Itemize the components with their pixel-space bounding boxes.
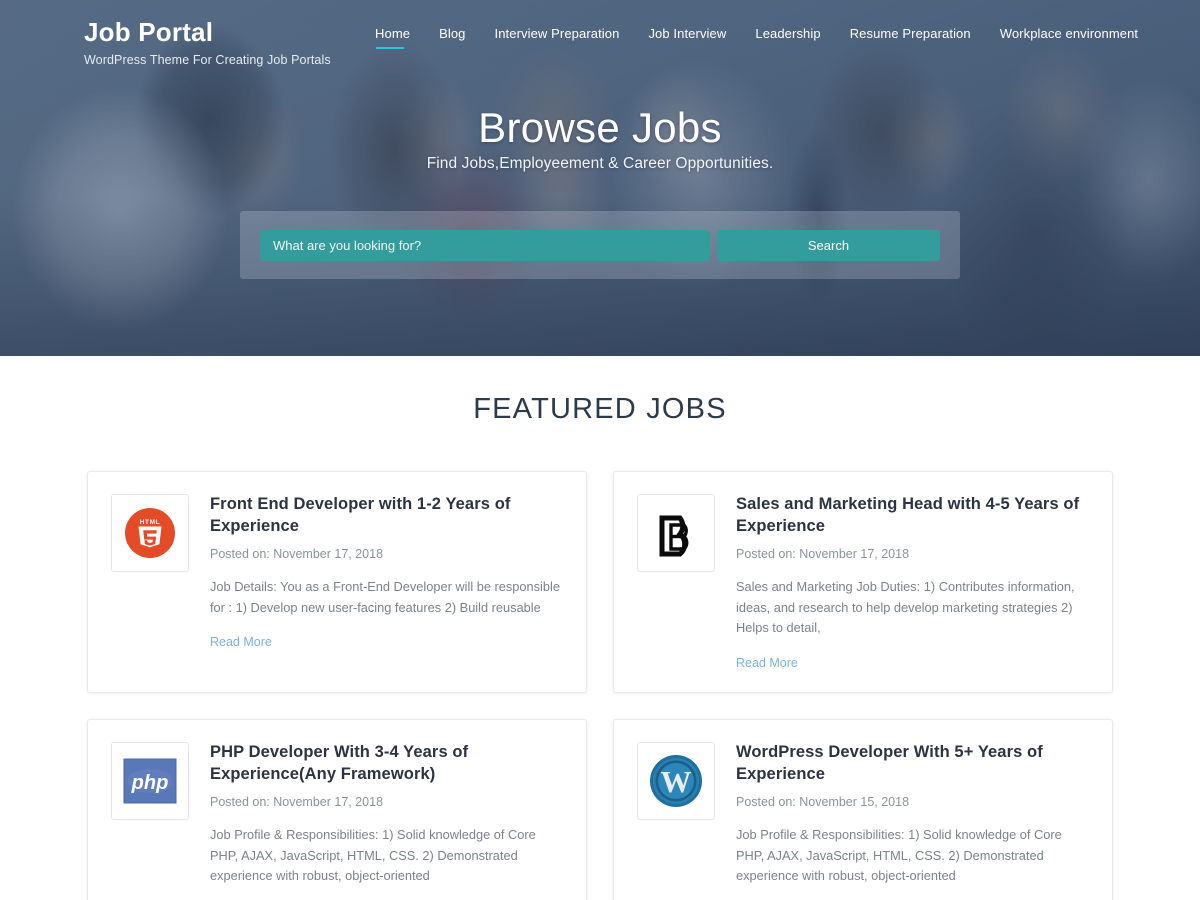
page-subtitle: Find Jobs,Employeement & Career Opportun… (426, 155, 774, 172)
nav-item-blog[interactable]: Blog (439, 26, 465, 51)
job-title[interactable]: Front End Developer with 1-2 Years of Ex… (210, 494, 562, 538)
nav-item-interview-preparation[interactable]: Interview Preparation (495, 26, 620, 51)
nav-item-job-interview[interactable]: Job Interview (648, 26, 726, 51)
job-posted-date: Posted on: November 15, 2018 (736, 794, 910, 809)
b-monogram-logo-icon (647, 504, 705, 562)
featured-jobs-section: FEATURED JOBS HTML Front End Developer wi… (0, 356, 1200, 900)
svg-text:HTML: HTML (140, 519, 160, 526)
php-logo-icon: php (121, 752, 179, 810)
job-card[interactable]: php PHP Developer With 3-4 Years of Exper… (87, 719, 587, 900)
job-description: Sales and Marketing Job Duties: 1) Contr… (736, 578, 1075, 636)
search-input[interactable] (260, 230, 710, 261)
site-title: Job Portal (84, 17, 214, 47)
nav-item-resume-preparation[interactable]: Resume Preparation (850, 26, 971, 51)
wordpress-logo-icon: W (647, 752, 705, 810)
hero-banner: Job Portal WordPress Theme For Creating … (0, 0, 1200, 356)
job-description: Job Details: You as a Front-End Develope… (210, 578, 560, 615)
svg-text:W: W (661, 764, 692, 799)
job-card[interactable]: W WordPress Developer With 5+ Years of Ex… (613, 719, 1113, 900)
search-button[interactable]: Search (717, 230, 940, 261)
job-cards-grid: HTML Front End Developer with 1-2 Years o… (87, 471, 1113, 900)
job-card[interactable]: HTML Front End Developer with 1-2 Years o… (87, 471, 587, 694)
read-more-link[interactable]: Read More (210, 635, 272, 649)
read-more-link[interactable]: Read More (736, 656, 798, 670)
job-description: Job Profile & Responsibilities: 1) Solid… (210, 826, 536, 884)
site-branding[interactable]: Job Portal WordPress Theme For Creating … (84, 17, 331, 67)
job-logo-container: php (111, 742, 189, 821)
job-title[interactable]: WordPress Developer With 5+ Years of Exp… (736, 742, 1088, 786)
job-search-panel: Search (240, 211, 960, 279)
nav-item-workplace-environment[interactable]: Workplace environment (1000, 26, 1138, 51)
job-card-body: WordPress Developer With 5+ Years of Exp… (736, 742, 1088, 900)
job-title[interactable]: PHP Developer With 3-4 Years of Experien… (210, 742, 562, 786)
page-title: Browse Jobs (478, 104, 722, 151)
job-posted-date: Posted on: November 17, 2018 (210, 546, 384, 561)
job-posted-date: Posted on: November 17, 2018 (736, 546, 910, 561)
nav-item-home[interactable]: Home (375, 26, 410, 51)
job-posted-date: Posted on: November 17, 2018 (210, 794, 384, 809)
featured-jobs-heading: FEATURED JOBS (473, 393, 727, 425)
job-logo-container (637, 494, 715, 572)
html5-logo-icon: HTML (121, 504, 179, 562)
job-logo-container: W (637, 742, 715, 821)
primary-navigation[interactable]: Home Blog Interview Preparation Job Intervi… (375, 26, 1138, 51)
job-description: Job Profile & Responsibilities: 1) Solid… (736, 826, 1062, 884)
job-logo-container: HTML (111, 494, 189, 572)
svg-text:php: php (131, 772, 169, 794)
nav-item-leadership[interactable]: Leadership (755, 26, 820, 51)
job-card-body: PHP Developer With 3-4 Years of Experien… (210, 742, 562, 900)
job-card[interactable]: Sales and Marketing Head with 4-5 Years … (613, 471, 1113, 694)
job-title[interactable]: Sales and Marketing Head with 4-5 Years … (736, 494, 1088, 538)
site-tagline: WordPress Theme For Creating Job Portals (84, 52, 331, 67)
job-card-body: Sales and Marketing Head with 4-5 Years … (736, 494, 1088, 672)
job-card-body: Front End Developer with 1-2 Years of Ex… (210, 494, 562, 672)
